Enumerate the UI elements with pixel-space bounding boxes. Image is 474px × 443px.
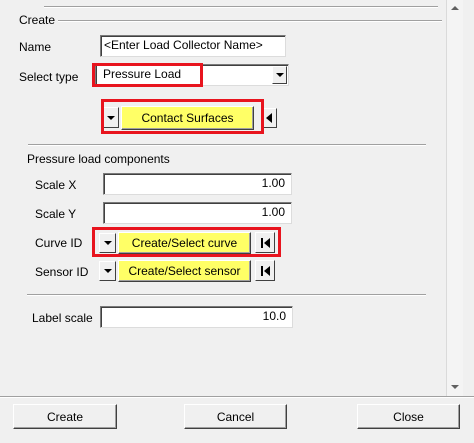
scale-y-field[interactable]: 1.00 — [103, 202, 292, 224]
create-button[interactable]: Create — [13, 404, 117, 429]
select-type-label: Select type — [19, 70, 79, 84]
scale-x-label: Scale X — [35, 178, 77, 192]
group-title-create: Create — [19, 13, 56, 27]
top-separator — [44, 6, 438, 8]
sensor-id-dropdown-button[interactable] — [99, 261, 116, 281]
chevron-down-icon — [103, 269, 112, 273]
create-select-sensor-button[interactable]: Create/Select sensor — [118, 260, 251, 282]
name-label: Name — [19, 40, 52, 54]
curve-id-label: Curve ID — [35, 236, 83, 250]
skip-to-first-icon — [260, 265, 270, 276]
chevron-down-icon — [451, 385, 459, 389]
chevron-up-icon — [451, 6, 459, 10]
label-scale-field[interactable]: 10.0 — [100, 306, 293, 328]
components-title: Pressure load components — [27, 152, 170, 166]
close-button[interactable]: Close — [357, 404, 460, 429]
select-type-highlight — [92, 63, 203, 87]
curve-id-highlight — [92, 227, 281, 257]
separator-2 — [27, 294, 426, 296]
name-field[interactable]: <Enter Load Collector Name> — [100, 35, 286, 57]
select-type-dropdown-button[interactable] — [272, 66, 287, 84]
label-scale-label: Label scale — [32, 311, 93, 325]
arrow-left-icon — [266, 113, 272, 123]
scale-x-field[interactable]: 1.00 — [103, 173, 292, 195]
footer-separator — [0, 396, 474, 398]
cancel-button[interactable]: Cancel — [184, 404, 287, 429]
scroll-down-arrow[interactable] — [447, 379, 463, 395]
contact-surfaces-highlight — [101, 99, 264, 134]
chevron-down-icon — [275, 73, 284, 77]
sensor-id-first-button[interactable] — [255, 260, 275, 281]
scale-y-label: Scale Y — [35, 207, 77, 221]
sensor-id-label: Sensor ID — [35, 265, 89, 279]
create-group-line — [58, 20, 442, 22]
separator-1 — [28, 144, 426, 146]
vertical-scrollbar[interactable] — [446, 0, 463, 397]
scroll-up-arrow[interactable] — [447, 0, 463, 16]
